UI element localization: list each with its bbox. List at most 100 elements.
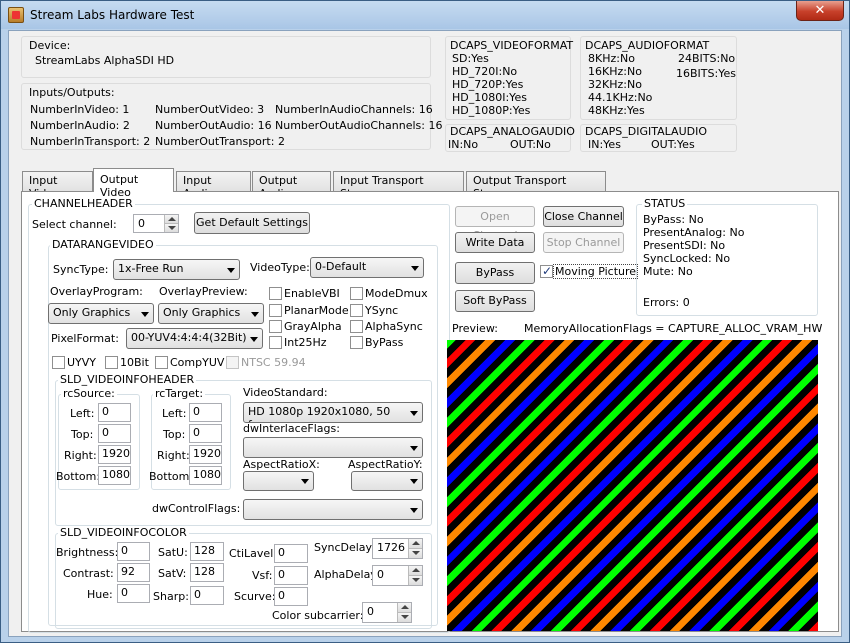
pixel-format-select[interactable]: 00-YUV4:4:4:4(32Bit) [126,328,263,349]
videoinfocolor-heading: SLD_VIDEOINFOCOLOR [58,526,189,539]
ysync-checkbox[interactable] [350,304,363,317]
aspect-ratio-y-label: AspectRatioY: [348,458,423,471]
contrast-field[interactable]: 92 [117,563,150,582]
spin-down-icon[interactable] [408,575,422,585]
brightness-field[interactable]: 0 [117,542,150,561]
io-number-in-audio: NumberInAudio: 2 [30,119,130,132]
dcaps-audio-32khz: 32KHz:No [588,78,642,91]
tab-input-audio[interactable]: Input Audio [176,171,251,200]
dcaps-audio-24bits: 24BITS:No [678,52,736,65]
brightness-label: Brightness: [56,546,119,559]
rc-source-left-field[interactable]: 0 [98,403,131,422]
soft-bypass-button[interactable]: Soft ByPass [455,290,535,312]
color-subcarrier-spinner[interactable]: 0 [362,602,412,623]
rc-source-right-field[interactable]: 1920 [98,445,131,464]
sharp-label: Sharp: [153,590,189,603]
rc-source-top-field[interactable]: 0 [98,424,131,443]
spin-down-icon[interactable] [397,612,411,622]
spin-up-icon[interactable] [408,539,422,549]
rc-target-top-label: Top: [163,428,186,441]
sync-type-label: SyncType: [53,263,109,276]
vsf-field[interactable]: 0 [274,566,308,585]
comp-yuv-label: CompYUV [170,356,225,369]
uyvy-checkbox[interactable] [52,356,65,369]
satv-field[interactable]: 128 [190,563,224,582]
bypass-checkbox[interactable] [350,336,363,349]
alpha-sync-label: AlphaSync [365,320,423,333]
int25hz-checkbox[interactable] [269,336,282,349]
select-channel-spinner[interactable]: 0 [133,214,179,233]
overlay-preview-label: OverlayPreview: [159,285,248,298]
io-group: Inputs/Outputs: NumberInVideo: 1 NumberO… [21,83,443,150]
open-channel-button[interactable]: Open Channel [455,206,535,242]
dcaps-digital-out: OUT:Yes [651,138,695,151]
dcaps-audio-16bits: 16BITS:Yes [676,67,736,80]
enable-vbi-checkbox[interactable] [269,287,282,300]
enable-vbi-label: EnableVBI [284,287,340,300]
ctilavel-field[interactable]: 0 [274,544,308,563]
spin-down-icon[interactable] [164,223,178,232]
close-channel-button[interactable]: Close Channel [543,206,624,227]
alpha-delay-spinner[interactable]: 0 [372,565,423,586]
moving-picture-checkbox[interactable] [540,264,553,278]
rc-target-right-field[interactable]: 1920 [189,445,222,464]
tab-input-video[interactable]: Input Video [22,171,93,200]
tab-output-audio[interactable]: Output Audio [252,171,331,200]
app-window: Stream Labs Hardware Test ✕ Device: Stre… [0,0,850,643]
alpha-sync-checkbox[interactable] [350,320,363,333]
ntsc-5994-checkbox[interactable] [226,356,239,369]
10bit-checkbox[interactable] [105,356,118,369]
interlace-flags-select[interactable] [243,437,423,458]
get-default-settings-button[interactable]: Get Default Settings [194,212,310,234]
video-type-select[interactable]: 0-Default [310,257,424,278]
control-flags-label: dwControlFlags: [152,502,241,515]
rc-target-left-label: Left: [162,407,187,420]
tab-output-video[interactable]: Output Video [93,168,174,199]
datarangevideo-heading: DATARANGEVIDEO [50,238,156,251]
mode-dmux-checkbox[interactable] [350,287,363,300]
io-number-out-video: NumberOutVideo: 3 [155,103,265,116]
stop-channel-button[interactable]: Stop Channel [543,232,624,253]
int25hz-label: Int25Hz [284,336,327,349]
tab-input-transport-stream[interactable]: Input Transport Stream [333,171,464,200]
sync-delay-value: 1726 [377,541,405,554]
aspect-ratio-x-select[interactable] [243,471,314,491]
sharp-field[interactable]: 0 [190,586,224,605]
scurve-field[interactable]: 0 [274,587,308,606]
app-icon [8,7,24,23]
dcaps-videoformat-heading: DCAPS_VIDEOFORMAT [450,39,574,52]
overlay-program-label: OverlayProgram: [50,285,143,298]
overlay-preview-select[interactable]: Only Graphics [158,303,264,324]
aspect-ratio-y-select[interactable] [351,471,423,491]
spin-up-icon[interactable] [397,603,411,613]
dcaps-digital-in: IN:Yes [588,138,621,151]
sync-type-select[interactable]: 1x-Free Run [113,259,240,280]
rc-source-top-label: Top: [71,428,94,441]
rc-source-bottom-field[interactable]: 1080 [98,466,131,485]
overlay-program-select[interactable]: Only Graphics [48,303,154,324]
gray-alpha-checkbox[interactable] [269,320,282,333]
title-bar[interactable]: Stream Labs Hardware Test ✕ [1,1,849,29]
write-data-button[interactable]: Write Data [455,232,535,253]
satu-field[interactable]: 128 [190,542,224,561]
video-standard-select[interactable]: HD 1080p 1920x1080, 50 frames [243,402,423,423]
bypass-label: ByPass [365,336,404,349]
tab-output-transport-stream[interactable]: Output Transport Stream [466,171,606,200]
bypass-button[interactable]: ByPass [455,262,535,284]
sync-delay-spinner[interactable]: 1726 [372,538,423,559]
rc-target-top-field[interactable]: 0 [189,424,222,443]
spin-up-icon[interactable] [164,215,178,224]
rc-target-bottom-field[interactable]: 1080 [189,466,222,485]
dcaps-video-720p: HD_720P:Yes [452,78,524,91]
rc-target-left-field[interactable]: 0 [189,403,222,422]
comp-yuv-checkbox[interactable] [155,356,168,369]
control-flags-select[interactable] [243,499,423,520]
close-button[interactable]: ✕ [796,1,844,21]
hue-field[interactable]: 0 [117,584,150,603]
memory-allocation-flags: MemoryAllocationFlags = CAPTURE_ALLOC_VR… [524,322,823,335]
dcaps-analog-out: OUT:No [510,138,551,151]
spin-down-icon[interactable] [408,548,422,558]
planar-mode-checkbox[interactable] [269,304,282,317]
chevron-down-icon [141,311,149,317]
spin-up-icon[interactable] [408,566,422,576]
